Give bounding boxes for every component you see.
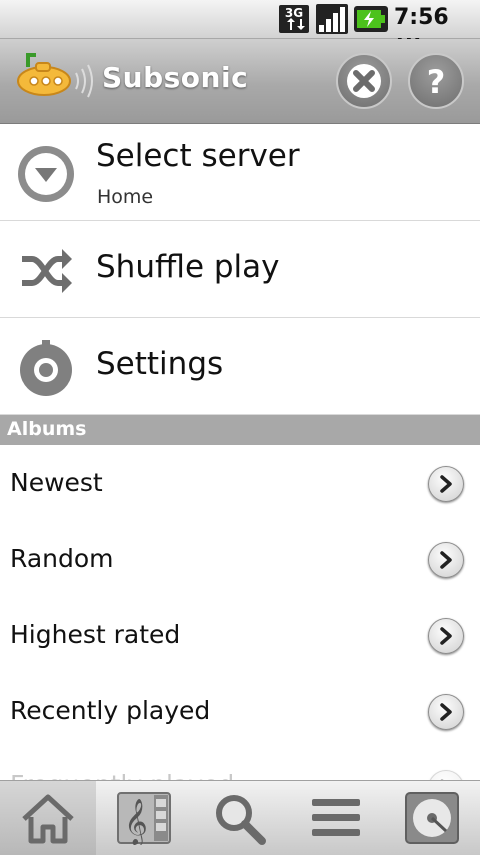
album-list-label: Highest rated — [10, 620, 181, 649]
tab-search[interactable] — [192, 781, 288, 855]
settings-label: Settings — [96, 346, 224, 382]
settings-item[interactable]: Settings — [0, 318, 480, 415]
tab-home[interactable] — [0, 781, 96, 855]
album-list-item-newest[interactable]: Newest — [0, 446, 480, 523]
album-list-label: Newest — [10, 468, 103, 497]
battery-charging-icon — [354, 6, 388, 32]
clock-time: 7:56 — [394, 5, 449, 30]
bottom-toolbar: 𝄞 — [0, 780, 480, 855]
select-server-value: Home — [97, 186, 154, 208]
svg-text:𝄞: 𝄞 — [124, 799, 148, 845]
tab-playlists[interactable] — [288, 781, 384, 855]
home-icon — [22, 794, 74, 844]
tab-library[interactable]: 𝄞 — [96, 781, 192, 855]
svg-text:3G: 3G — [285, 6, 303, 20]
help-icon: ? — [427, 63, 446, 101]
help-button[interactable]: ? — [408, 53, 464, 109]
albums-section-header: Albums — [0, 415, 480, 445]
title-bar: Subsonic ? — [0, 39, 480, 124]
submarine-logo-icon — [17, 53, 93, 98]
chevron-right-icon — [428, 694, 464, 730]
select-server-label: Select server — [96, 138, 300, 174]
close-icon — [347, 64, 381, 98]
playlists-icon — [312, 799, 360, 836]
albums-section-title: Albums — [7, 418, 87, 440]
now-playing-icon — [405, 792, 459, 844]
shuffle-play-item[interactable]: Shuffle play — [0, 221, 480, 318]
tab-now-playing[interactable] — [384, 781, 480, 855]
select-server-item[interactable]: Select server Home — [0, 124, 480, 221]
shuffle-play-label: Shuffle play — [96, 249, 280, 285]
chevron-right-icon — [428, 466, 464, 502]
album-list-item-recently-played[interactable]: Recently played — [0, 674, 480, 751]
search-icon — [216, 795, 266, 845]
chevron-right-icon — [428, 618, 464, 654]
settings-knob-icon — [20, 340, 72, 396]
close-button[interactable] — [336, 53, 392, 109]
dropdown-circle-icon — [18, 146, 74, 202]
chevron-right-icon — [428, 542, 464, 578]
shuffle-icon — [22, 249, 72, 293]
album-list-item-highest-rated[interactable]: Highest rated — [0, 598, 480, 675]
signal-strength-icon — [316, 4, 348, 34]
album-list-label: Random — [10, 544, 114, 573]
3g-data-icon: 3G — [279, 5, 309, 33]
album-list-item-random[interactable]: Random — [0, 522, 480, 599]
music-library-icon: 𝄞 — [117, 792, 171, 845]
status-bar: 3G 7:56 AM — [0, 0, 480, 53]
svg-text:?: ? — [427, 63, 446, 101]
album-list-label: Recently played — [10, 696, 211, 725]
app-title: Subsonic — [102, 61, 249, 94]
